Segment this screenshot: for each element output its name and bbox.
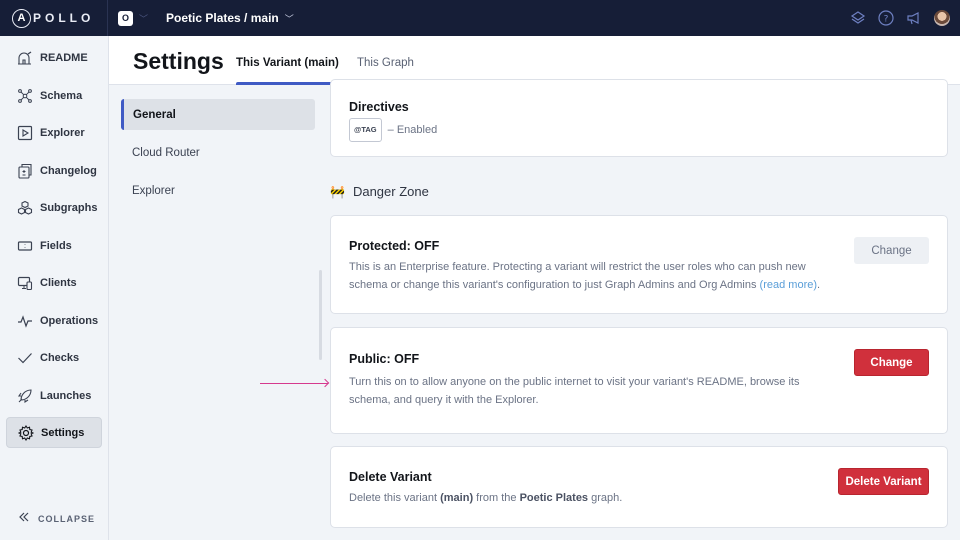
sidebar-item-schema[interactable]: Schema: [6, 80, 102, 111]
sidebar-item-readme[interactable]: README: [6, 42, 102, 73]
collapse-sidebar-button[interactable]: COLLAPSE: [18, 510, 95, 528]
read-more-link[interactable]: (read more): [760, 279, 817, 291]
directive-status: – Enabled: [387, 123, 438, 136]
protected-description: This is an Enterprise feature. Protectin…: [349, 261, 821, 291]
main-sidebar: README Schema Explorer Changelog Subgrap…: [0, 36, 109, 540]
changelog-icon: [16, 162, 33, 179]
protected-card: Protected: OFF This is an Enterprise fea…: [330, 215, 948, 314]
org-switcher[interactable]: O: [118, 10, 133, 26]
public-description: Turn this on to allow anyone on the publ…: [349, 376, 800, 406]
page-title: Settings: [133, 48, 224, 74]
rocket-icon: [16, 387, 33, 404]
sidebar-item-operations[interactable]: Operations: [6, 305, 102, 336]
scrollbar[interactable]: [319, 270, 322, 360]
page-header: Settings This Variant (main) This Graph: [109, 36, 960, 85]
play-icon: [16, 124, 33, 141]
annotation-arrow: [260, 383, 328, 384]
settings-subnav: General Cloud Router Explorer: [109, 85, 330, 540]
delete-variant-button[interactable]: Delete Variant: [838, 468, 929, 495]
danger-zone-heading: 🚧 Danger Zone: [330, 184, 429, 199]
public-change-button[interactable]: Change: [854, 349, 929, 376]
pulse-icon: [16, 312, 33, 329]
svg-text:?: ?: [884, 15, 889, 25]
double-chevron-left-icon: [18, 510, 30, 528]
graph-variant-selector[interactable]: Poetic Plates / main: [166, 11, 279, 25]
settings-content: Directives @TAG – Enabled 🚧 Danger Zone …: [330, 79, 960, 540]
apollo-logo[interactable]: A POLLO: [0, 0, 108, 36]
tag-directive-chip: @TAG: [349, 118, 382, 142]
public-title: Public: OFF: [349, 352, 420, 366]
user-avatar[interactable]: [934, 10, 950, 26]
sidebar-item-launches[interactable]: Launches: [6, 380, 102, 411]
checkmark-icon: [16, 349, 33, 366]
logo-mark: A: [12, 8, 31, 28]
help-icon[interactable]: ?: [878, 10, 894, 26]
subgraphs-icon: [16, 199, 33, 216]
subnav-item-general[interactable]: General: [121, 99, 315, 130]
megaphone-icon[interactable]: [906, 10, 922, 26]
directives-title: Directives: [349, 100, 409, 114]
clients-icon: [16, 274, 33, 291]
directives-card: Directives @TAG – Enabled: [330, 79, 948, 157]
fields-icon: [16, 237, 33, 254]
protected-title: Protected: OFF: [349, 239, 440, 253]
protected-change-button[interactable]: Change: [854, 237, 929, 264]
sidebar-item-clients[interactable]: Clients: [6, 267, 102, 298]
sidebar-item-changelog[interactable]: Changelog: [6, 155, 102, 186]
subnav-item-explorer[interactable]: Explorer: [121, 175, 315, 206]
top-navigation-bar: A POLLO O ﹀ Poetic Plates / main ﹀ ?: [0, 0, 960, 36]
schema-graph-icon: [16, 87, 33, 104]
observatory-icon: [16, 49, 33, 66]
delete-variant-title: Delete Variant: [349, 470, 432, 484]
tab-this-variant[interactable]: This Variant (main): [236, 57, 339, 69]
construction-barrier-icon: 🚧: [330, 184, 345, 199]
public-card: Public: OFF Turn this on to allow anyone…: [330, 327, 948, 434]
subnav-item-cloud-router[interactable]: Cloud Router: [121, 137, 315, 168]
sidebar-item-explorer[interactable]: Explorer: [6, 117, 102, 148]
gear-icon: [17, 424, 34, 441]
sidebar-item-settings[interactable]: Settings: [6, 417, 102, 448]
delete-variant-description: Delete this variant (main) from the Poet…: [349, 492, 623, 504]
tab-this-graph[interactable]: This Graph: [357, 57, 414, 69]
logo-text: POLLO: [33, 11, 95, 25]
sidebar-item-checks[interactable]: Checks: [6, 342, 102, 373]
chevron-down-icon[interactable]: ﹀: [139, 12, 148, 25]
chevron-down-icon[interactable]: ﹀: [285, 12, 294, 25]
delete-variant-card: Delete Variant Delete this variant (main…: [330, 446, 948, 528]
sidebar-item-fields[interactable]: Fields: [6, 230, 102, 261]
sidebar-item-subgraphs[interactable]: Subgraphs: [6, 192, 102, 223]
stack-icon[interactable]: [850, 10, 866, 26]
